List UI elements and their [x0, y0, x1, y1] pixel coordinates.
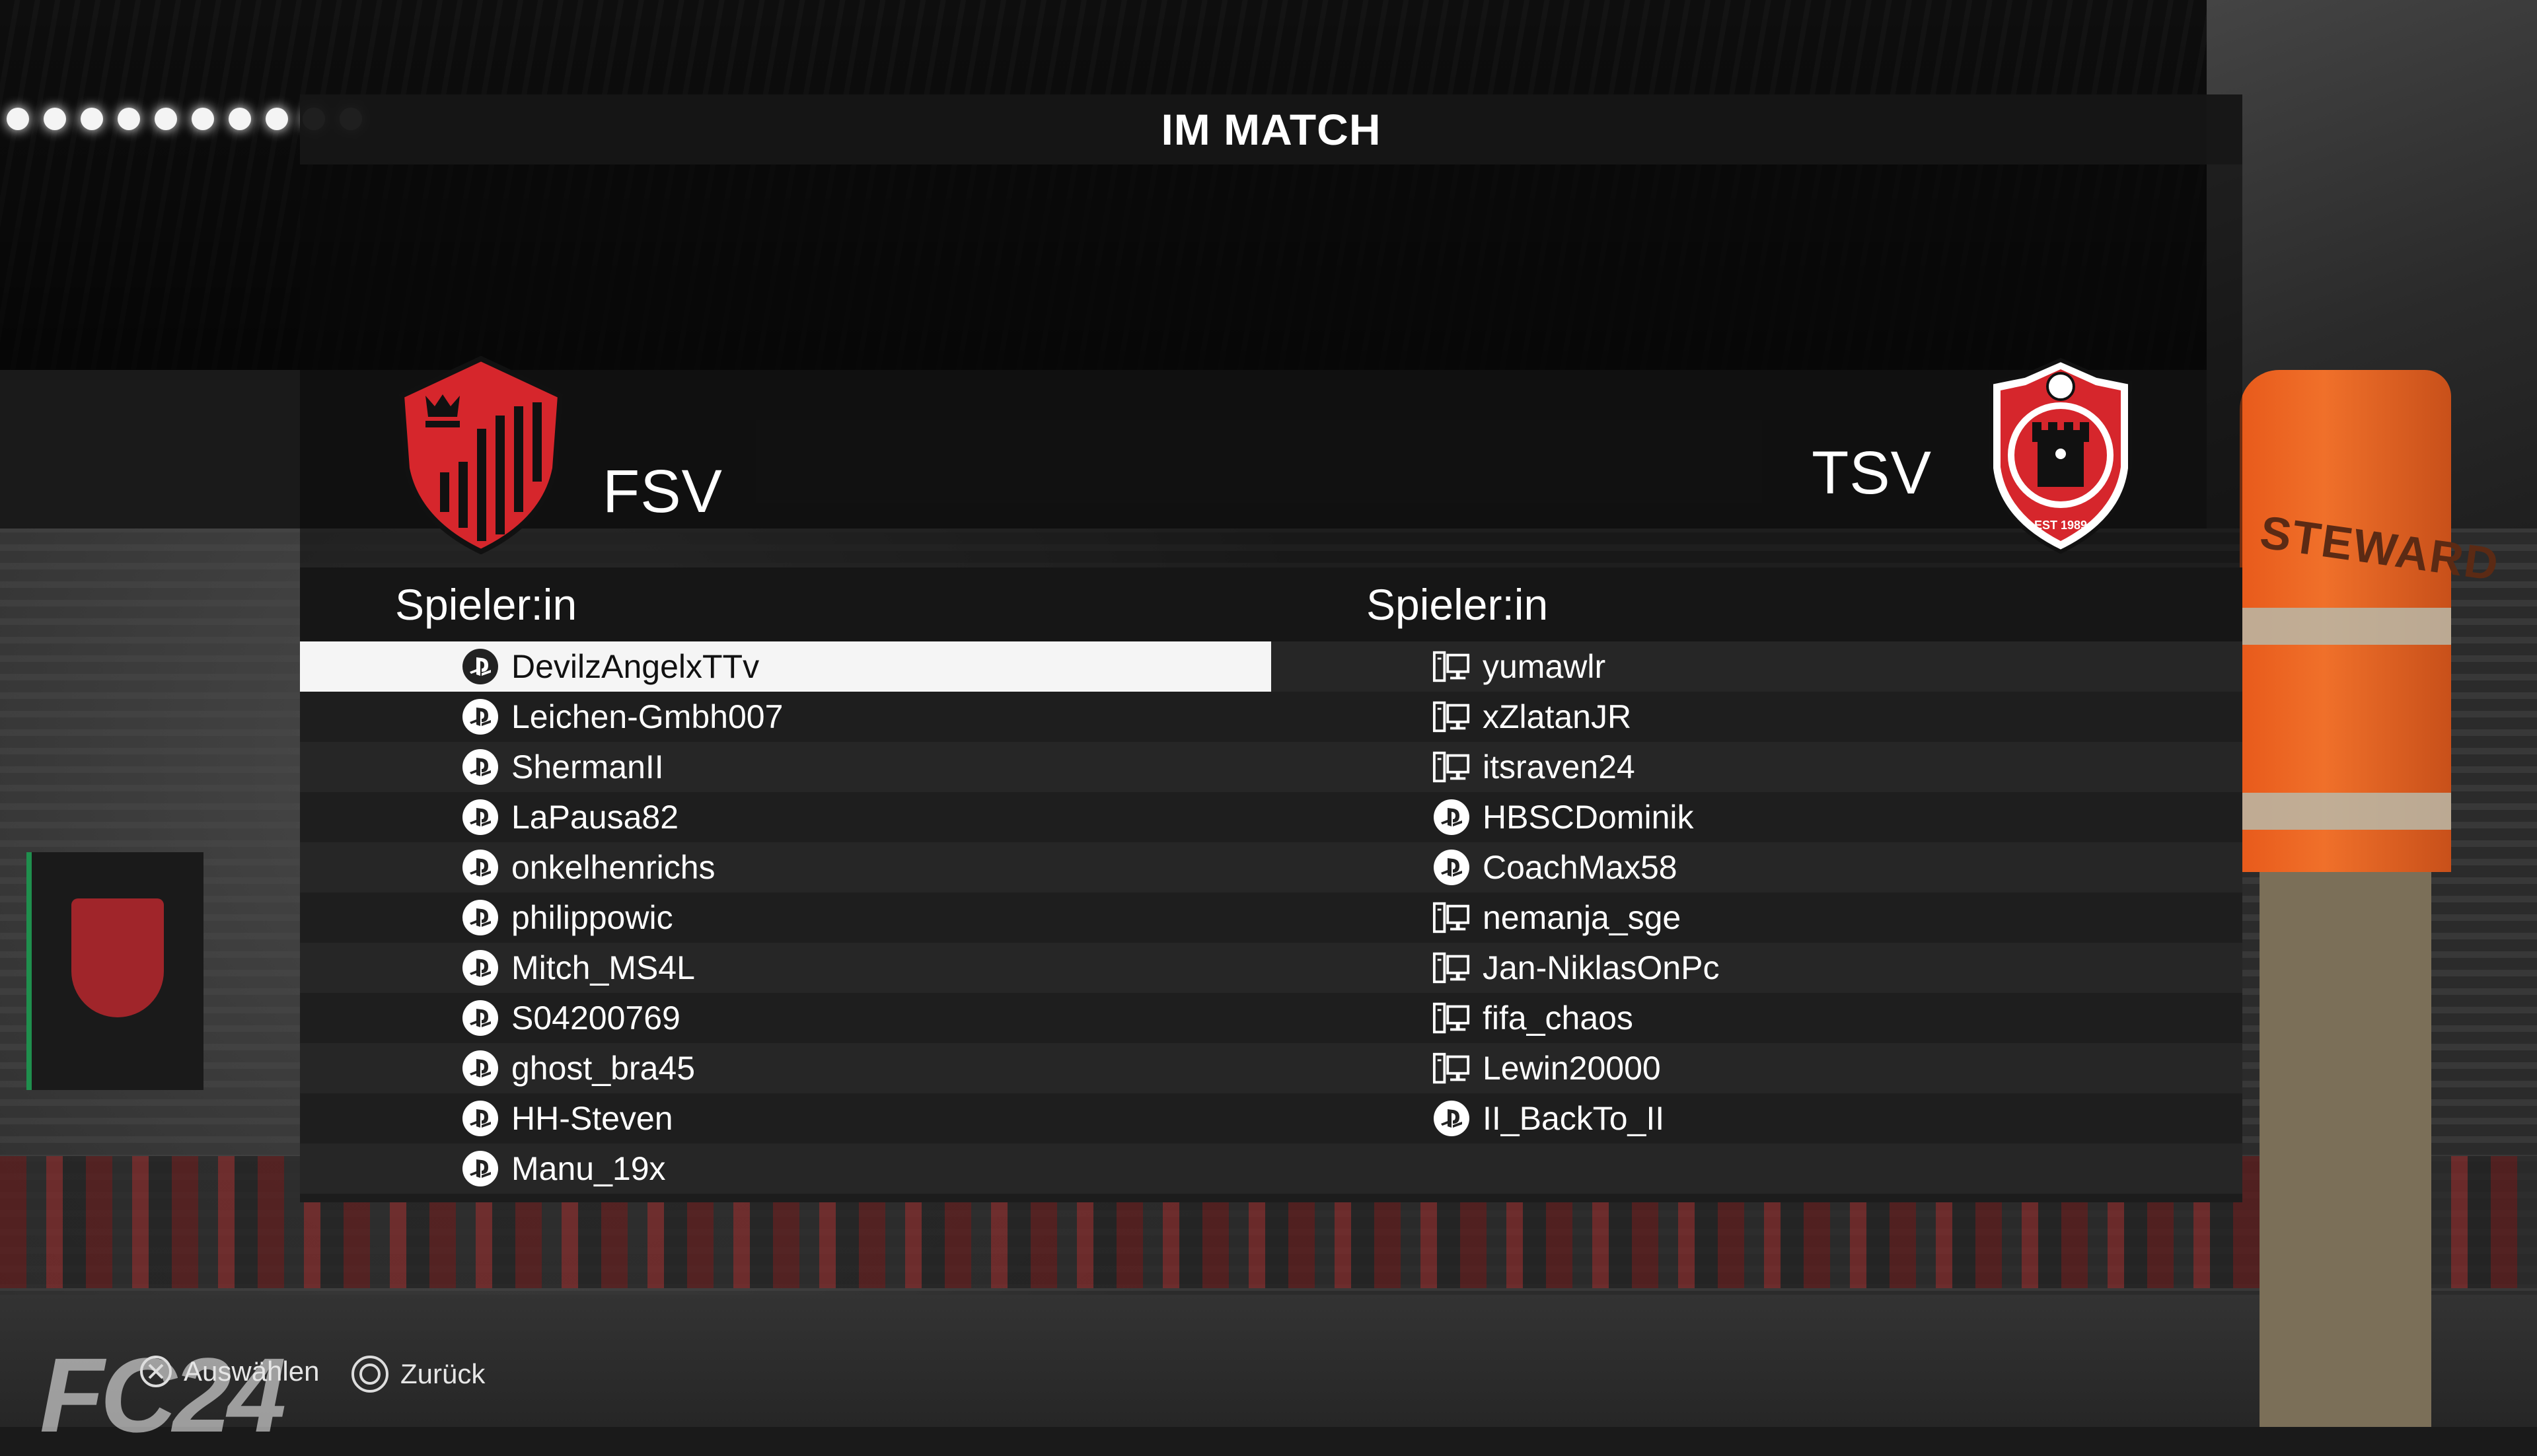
player-name: ghost_bra45: [511, 1050, 696, 1087]
player-row[interactable]: yumawlr: [1271, 641, 2242, 692]
playstation-icon: [461, 647, 499, 686]
player-row[interactable]: S04200769: [300, 993, 1271, 1043]
player-row[interactable]: II_BackTo_II: [1271, 1093, 2242, 1144]
footer-hints: FC24 Auswählen Zurück: [0, 1315, 661, 1454]
away-team: TSV EST 1989: [1812, 356, 2137, 554]
back-hint[interactable]: Zurück: [350, 1354, 485, 1394]
away-team-crest-icon: EST 1989: [1989, 357, 2132, 554]
player-name: CoachMax58: [1483, 849, 1677, 886]
player-row[interactable]: onkelhenrichs: [300, 842, 1271, 892]
away-player-list: yumawlr xZlatanJR itsraven24 HBSCDominik Coa…: [1271, 641, 2242, 1194]
steward-legs: [2260, 872, 2431, 1427]
steward-figure: STEWARD: [2240, 370, 2503, 872]
player-name: S04200769: [511, 1000, 680, 1037]
player-row[interactable]: nemanja_sge: [1271, 892, 2242, 943]
player-row[interactable]: fifa_chaos: [1271, 993, 2242, 1043]
pc-platform-icon: [1432, 698, 1471, 736]
player-name: itsraven24: [1483, 748, 1635, 785]
playstation-icon: [1432, 848, 1471, 887]
away-team-name: TSV: [1812, 439, 1932, 507]
crowd-flag: [26, 852, 203, 1090]
player-row[interactable]: ghost_bra45: [300, 1043, 1271, 1093]
match-panel: IM MATCH FSV TSV EST 1989 Spieler:in Dev…: [300, 94, 2242, 1202]
away-player-column: Spieler:in yumawlr xZlatanJR itsraven24 HBS…: [1271, 567, 2242, 1202]
player-row[interactable]: HH-Steven: [300, 1093, 1271, 1144]
player-row[interactable]: LaPausa82: [300, 792, 1271, 842]
pc-platform-icon: [1432, 999, 1471, 1037]
fc24-logo: FC24: [40, 1336, 286, 1454]
teams-header: FSV TSV EST 1989: [300, 164, 2242, 567]
player-row[interactable]: itsraven24: [1271, 742, 2242, 792]
playstation-icon: [461, 898, 499, 937]
home-team-crest-icon: [399, 356, 563, 554]
player-name: nemanja_sge: [1483, 899, 1681, 936]
playstation-icon: [461, 1099, 499, 1138]
playstation-icon: [1432, 1099, 1471, 1138]
page-title: IM MATCH: [300, 94, 2242, 164]
player-name: DevilzAngelxTTv: [511, 648, 760, 685]
player-row[interactable]: Jan-NiklasOnPc: [1271, 943, 2242, 993]
playstation-icon: [461, 999, 499, 1037]
player-row[interactable]: DevilzAngelxTTv: [300, 641, 1271, 692]
player-row[interactable]: ShermanII: [300, 742, 1271, 792]
player-name: ShermanII: [511, 748, 664, 785]
playstation-icon: [461, 698, 499, 736]
player-row[interactable]: xZlatanJR: [1271, 692, 2242, 742]
select-hint[interactable]: Auswählen: [139, 1354, 319, 1389]
playstation-icon: [1432, 798, 1471, 836]
player-name: Manu_19x: [511, 1150, 666, 1187]
home-team-name: FSV: [603, 457, 723, 525]
circle-button-icon: [350, 1354, 390, 1394]
player-name: xZlatanJR: [1483, 698, 1632, 735]
home-player-column: Spieler:in DevilzAngelxTTv Leichen-Gmbh00…: [300, 567, 1271, 1202]
home-team: FSV: [399, 356, 723, 554]
player-row[interactable]: philippowic: [300, 892, 1271, 943]
playstation-icon: [461, 949, 499, 987]
player-name: philippowic: [511, 899, 673, 936]
player-lists: Spieler:in DevilzAngelxTTv Leichen-Gmbh00…: [300, 567, 2242, 1202]
back-hint-label: Zurück: [400, 1358, 486, 1389]
player-row[interactable]: Lewin20000: [1271, 1043, 2242, 1093]
cross-button-icon: [139, 1354, 173, 1389]
player-name: LaPausa82: [511, 799, 679, 836]
player-name: Lewin20000: [1483, 1050, 1661, 1087]
home-column-header: Spieler:in: [300, 567, 1271, 641]
player-name: Jan-NiklasOnPc: [1483, 949, 1720, 986]
pc-platform-icon: [1432, 748, 1471, 786]
player-row[interactable]: Leichen-Gmbh007: [300, 692, 1271, 742]
pc-platform-icon: [1432, 898, 1471, 937]
player-name: HH-Steven: [511, 1100, 673, 1137]
playstation-icon: [461, 1049, 499, 1087]
player-name: Mitch_MS4L: [511, 949, 695, 986]
playstation-icon: [461, 848, 499, 887]
player-name: yumawlr: [1483, 648, 1606, 685]
player-name: HBSCDominik: [1483, 799, 1694, 836]
player-row[interactable]: Manu_19x: [300, 1144, 1271, 1194]
playstation-icon: [461, 748, 499, 786]
away-column-header: Spieler:in: [1271, 567, 2242, 641]
player-name: II_BackTo_II: [1483, 1100, 1665, 1137]
player-row[interactable]: HBSCDominik: [1271, 792, 2242, 842]
away-team-crest-text: EST 1989: [2034, 519, 2087, 532]
pc-platform-icon: [1432, 647, 1471, 686]
home-player-list: DevilzAngelxTTv Leichen-Gmbh007 ShermanII L…: [300, 641, 1271, 1194]
player-name: onkelhenrichs: [511, 849, 716, 886]
pc-platform-icon: [1432, 1049, 1471, 1087]
empty-player-row: [1271, 1144, 2242, 1194]
playstation-icon: [461, 1149, 499, 1188]
player-name: fifa_chaos: [1483, 1000, 1633, 1037]
player-name: Leichen-Gmbh007: [511, 698, 784, 735]
playstation-icon: [461, 798, 499, 836]
select-hint-label: Auswählen: [184, 1356, 320, 1387]
player-row[interactable]: Mitch_MS4L: [300, 943, 1271, 993]
pc-platform-icon: [1432, 949, 1471, 987]
player-row[interactable]: CoachMax58: [1271, 842, 2242, 892]
